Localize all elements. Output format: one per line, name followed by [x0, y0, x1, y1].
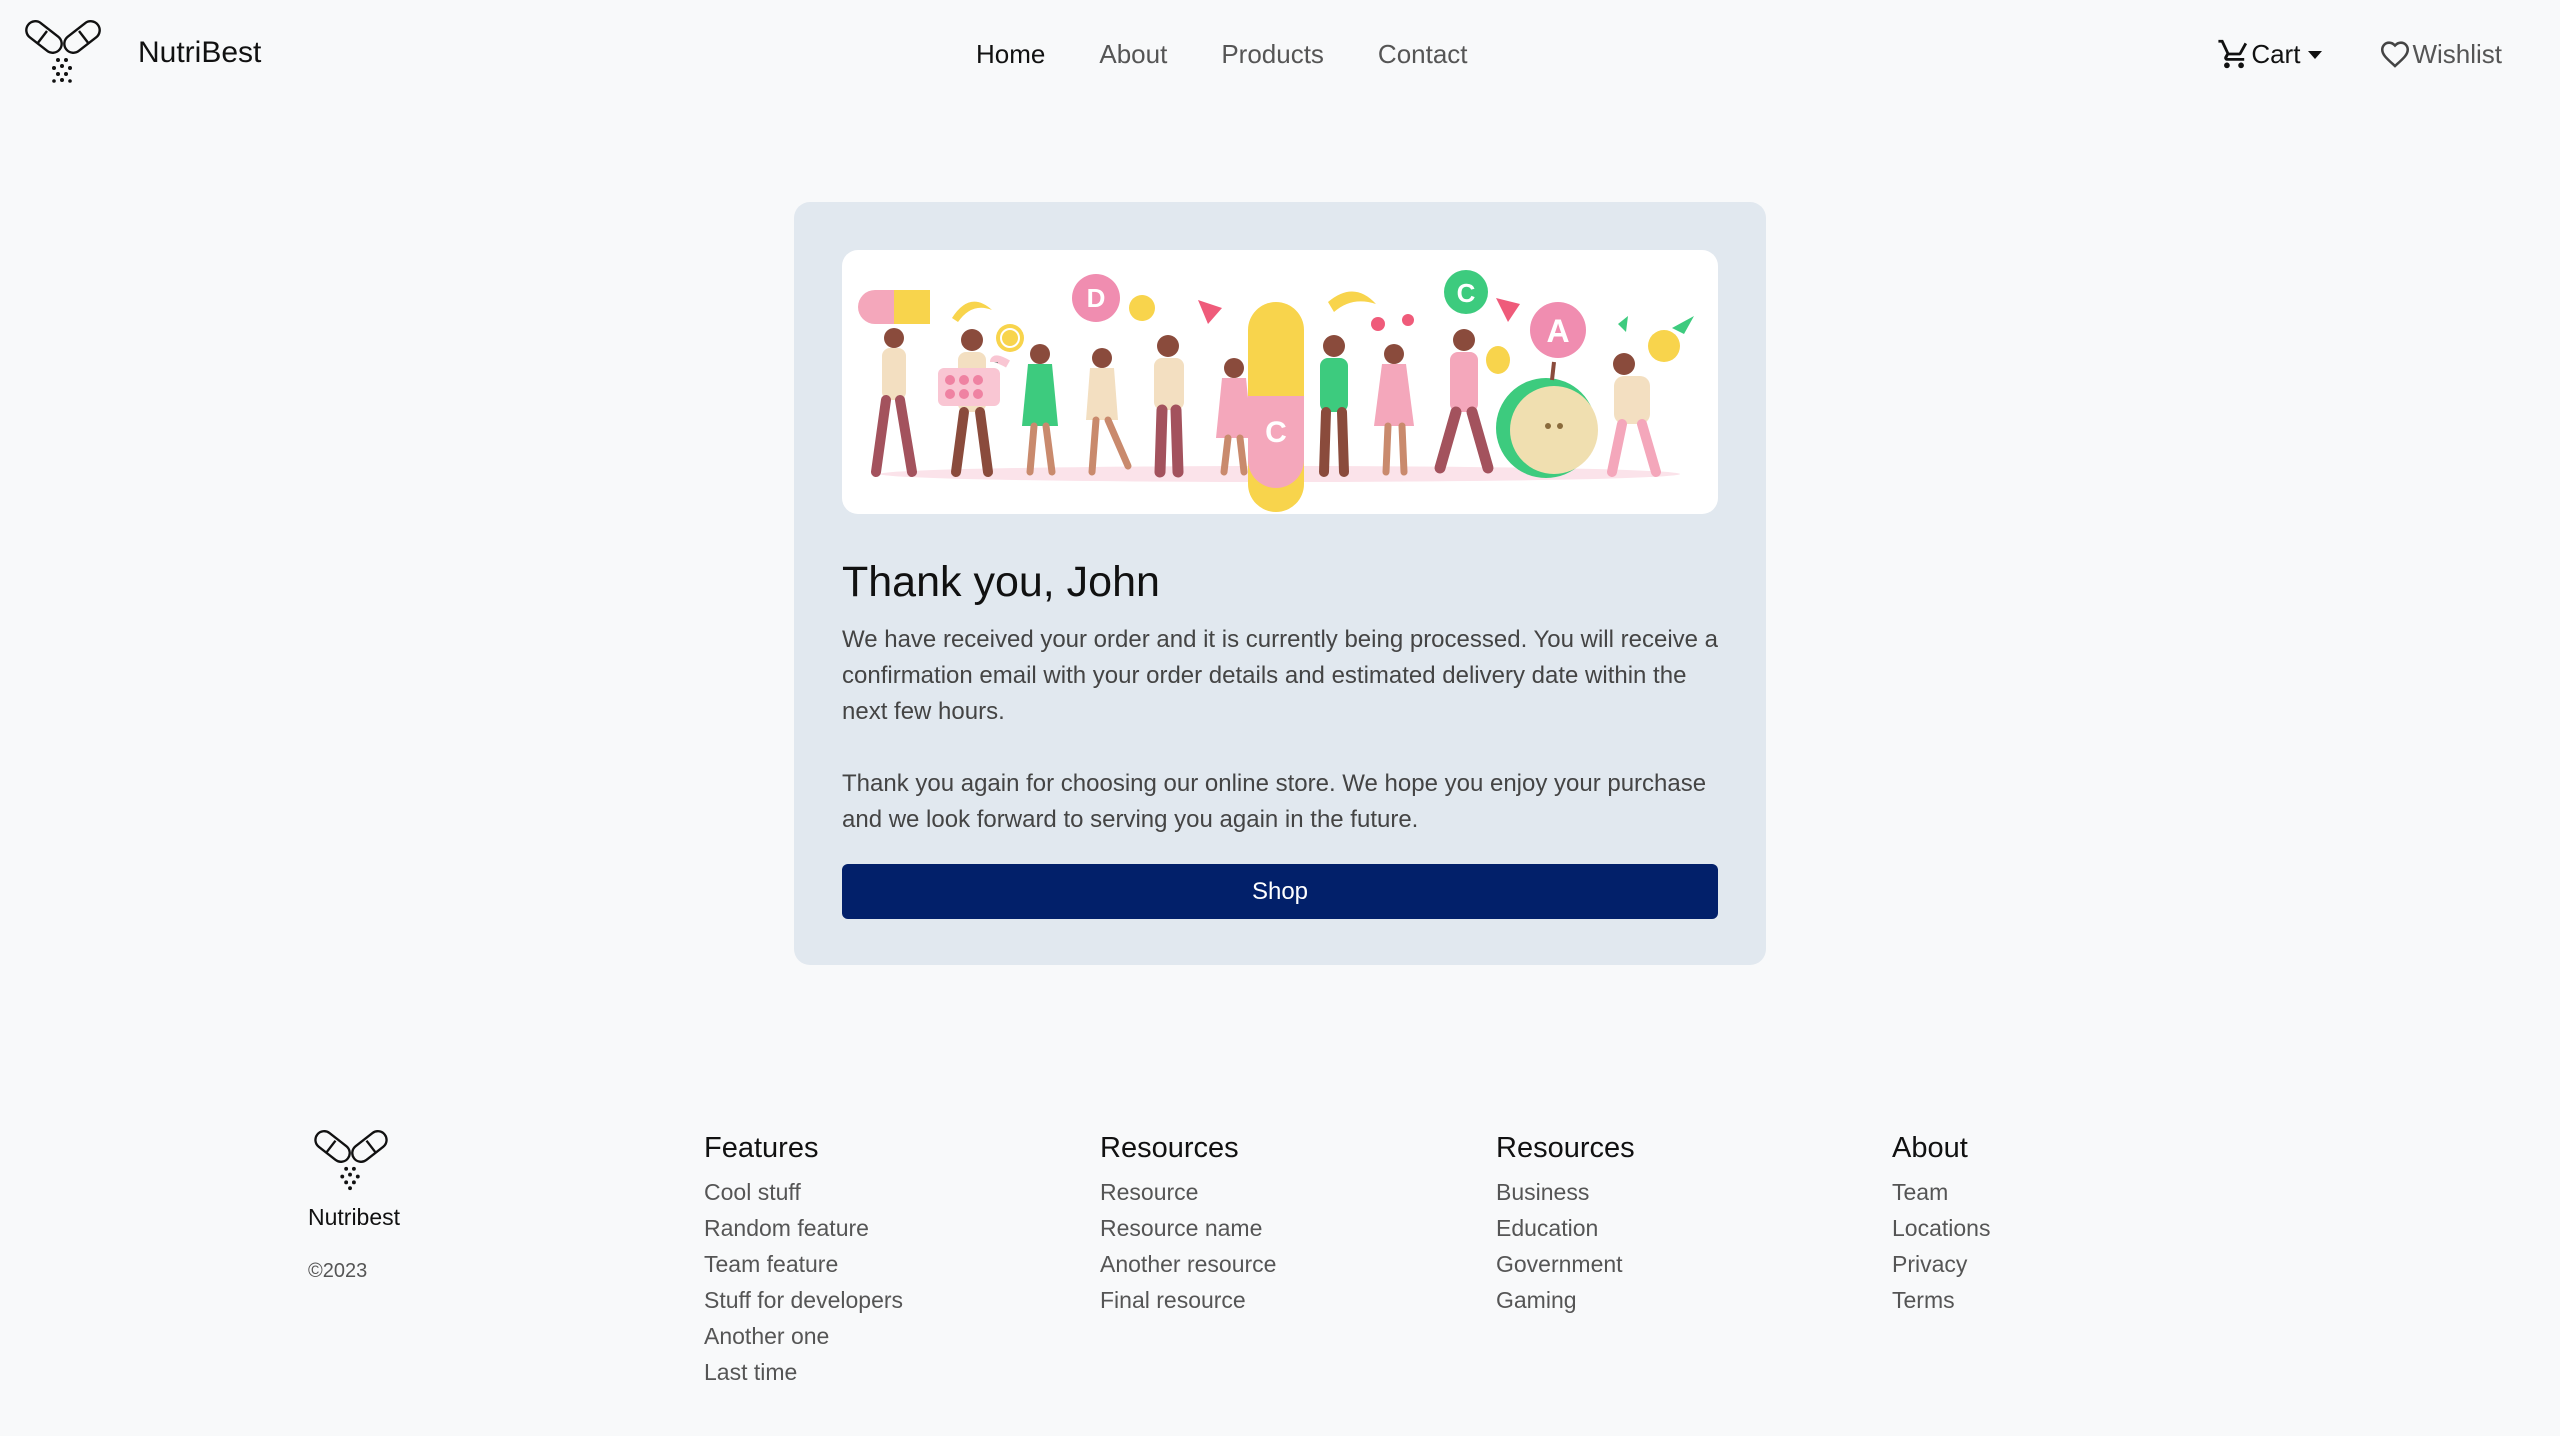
main-nav: Home About Products Contact	[976, 34, 1522, 74]
footer-link[interactable]: Business	[1496, 1174, 1635, 1210]
wishlist-label: Wishlist	[2412, 39, 2502, 69]
pill-logo-icon	[314, 1130, 388, 1191]
footer-column-resources: Resources Resource Resource name Another…	[1100, 1128, 1276, 1318]
thank-you-heading: Thank you, John	[842, 558, 1160, 606]
caret-down-icon	[2308, 51, 2323, 59]
thank-you-message: Thank you again for choosing our online …	[842, 770, 1707, 833]
footer-link[interactable]: Team feature	[704, 1246, 903, 1282]
footer-link[interactable]: Education	[1496, 1210, 1635, 1246]
pill-logo-icon	[25, 20, 101, 83]
nav-link-products[interactable]: Products	[1221, 34, 1324, 74]
footer-link[interactable]: Random feature	[704, 1210, 903, 1246]
brand[interactable]: NutriBest	[22, 20, 261, 86]
footer-column-features: Features Cool stuff Random feature Team …	[704, 1128, 903, 1390]
nav-link-home[interactable]: Home	[976, 34, 1045, 74]
footer-link[interactable]: Another one	[704, 1318, 903, 1354]
footer-column-title: Resources	[1496, 1132, 1635, 1164]
footer-link[interactable]: Final resource	[1100, 1282, 1276, 1318]
footer-link[interactable]: Resource	[1100, 1174, 1276, 1210]
footer-column-title: About	[1892, 1132, 1968, 1164]
vitamin-letter-d: D	[1087, 283, 1106, 313]
footer-link[interactable]: Government	[1496, 1246, 1635, 1282]
footer-column-about: About Team Locations Privacy Terms	[1892, 1128, 1990, 1318]
footer-link[interactable]: Locations	[1892, 1210, 1990, 1246]
hero-illustration: D C C A	[842, 250, 1718, 514]
vitamins-people-illustration: D C C A	[858, 270, 1694, 512]
footer-brand-name: Nutribest	[308, 1204, 401, 1230]
heart-icon	[2381, 41, 2410, 68]
footer-link[interactable]: Stuff for developers	[704, 1282, 903, 1318]
brand-name: NutriBest	[138, 36, 262, 69]
nav-link-contact[interactable]: Contact	[1378, 34, 1468, 74]
cart-label: Cart	[2251, 39, 2301, 69]
navbar: NutriBest Home About Products Contact Ca…	[0, 0, 2560, 108]
footer-link[interactable]: Last time	[704, 1354, 903, 1390]
footer-link[interactable]: Gaming	[1496, 1282, 1635, 1318]
copyright: ©2023	[308, 1260, 368, 1282]
footer-column-resources-2: Resources Business Education Government …	[1496, 1128, 1635, 1318]
footer-column-title: Features	[704, 1132, 819, 1164]
nav-actions: Cart Wishlist	[2217, 34, 2502, 74]
wishlist-link[interactable]: Wishlist	[2378, 34, 2502, 74]
nav-link-about[interactable]: About	[1099, 34, 1167, 74]
footer-link[interactable]: Team	[1892, 1174, 1990, 1210]
vitamin-letter-c: C	[1265, 416, 1287, 449]
footer-link[interactable]: Resource name	[1100, 1210, 1276, 1246]
footer-column-title: Resources	[1100, 1132, 1239, 1164]
footer-link[interactable]: Cool stuff	[704, 1174, 903, 1210]
footer-link[interactable]: Privacy	[1892, 1246, 1990, 1282]
order-confirmation-card: D C C A Thank you, John We have received…	[794, 202, 1766, 965]
footer-link[interactable]: Terms	[1892, 1282, 1990, 1318]
vitamin-letter-c-2: C	[1457, 278, 1476, 308]
shop-button[interactable]: Shop	[842, 864, 1718, 919]
footer-link[interactable]: Another resource	[1100, 1246, 1276, 1282]
order-processing-message: We have received your order and it is cu…	[842, 626, 1719, 725]
cart-dropdown[interactable]: Cart	[2217, 34, 2323, 74]
cart-icon	[2218, 39, 2248, 69]
vitamin-letter-a: A	[1546, 313, 1569, 349]
